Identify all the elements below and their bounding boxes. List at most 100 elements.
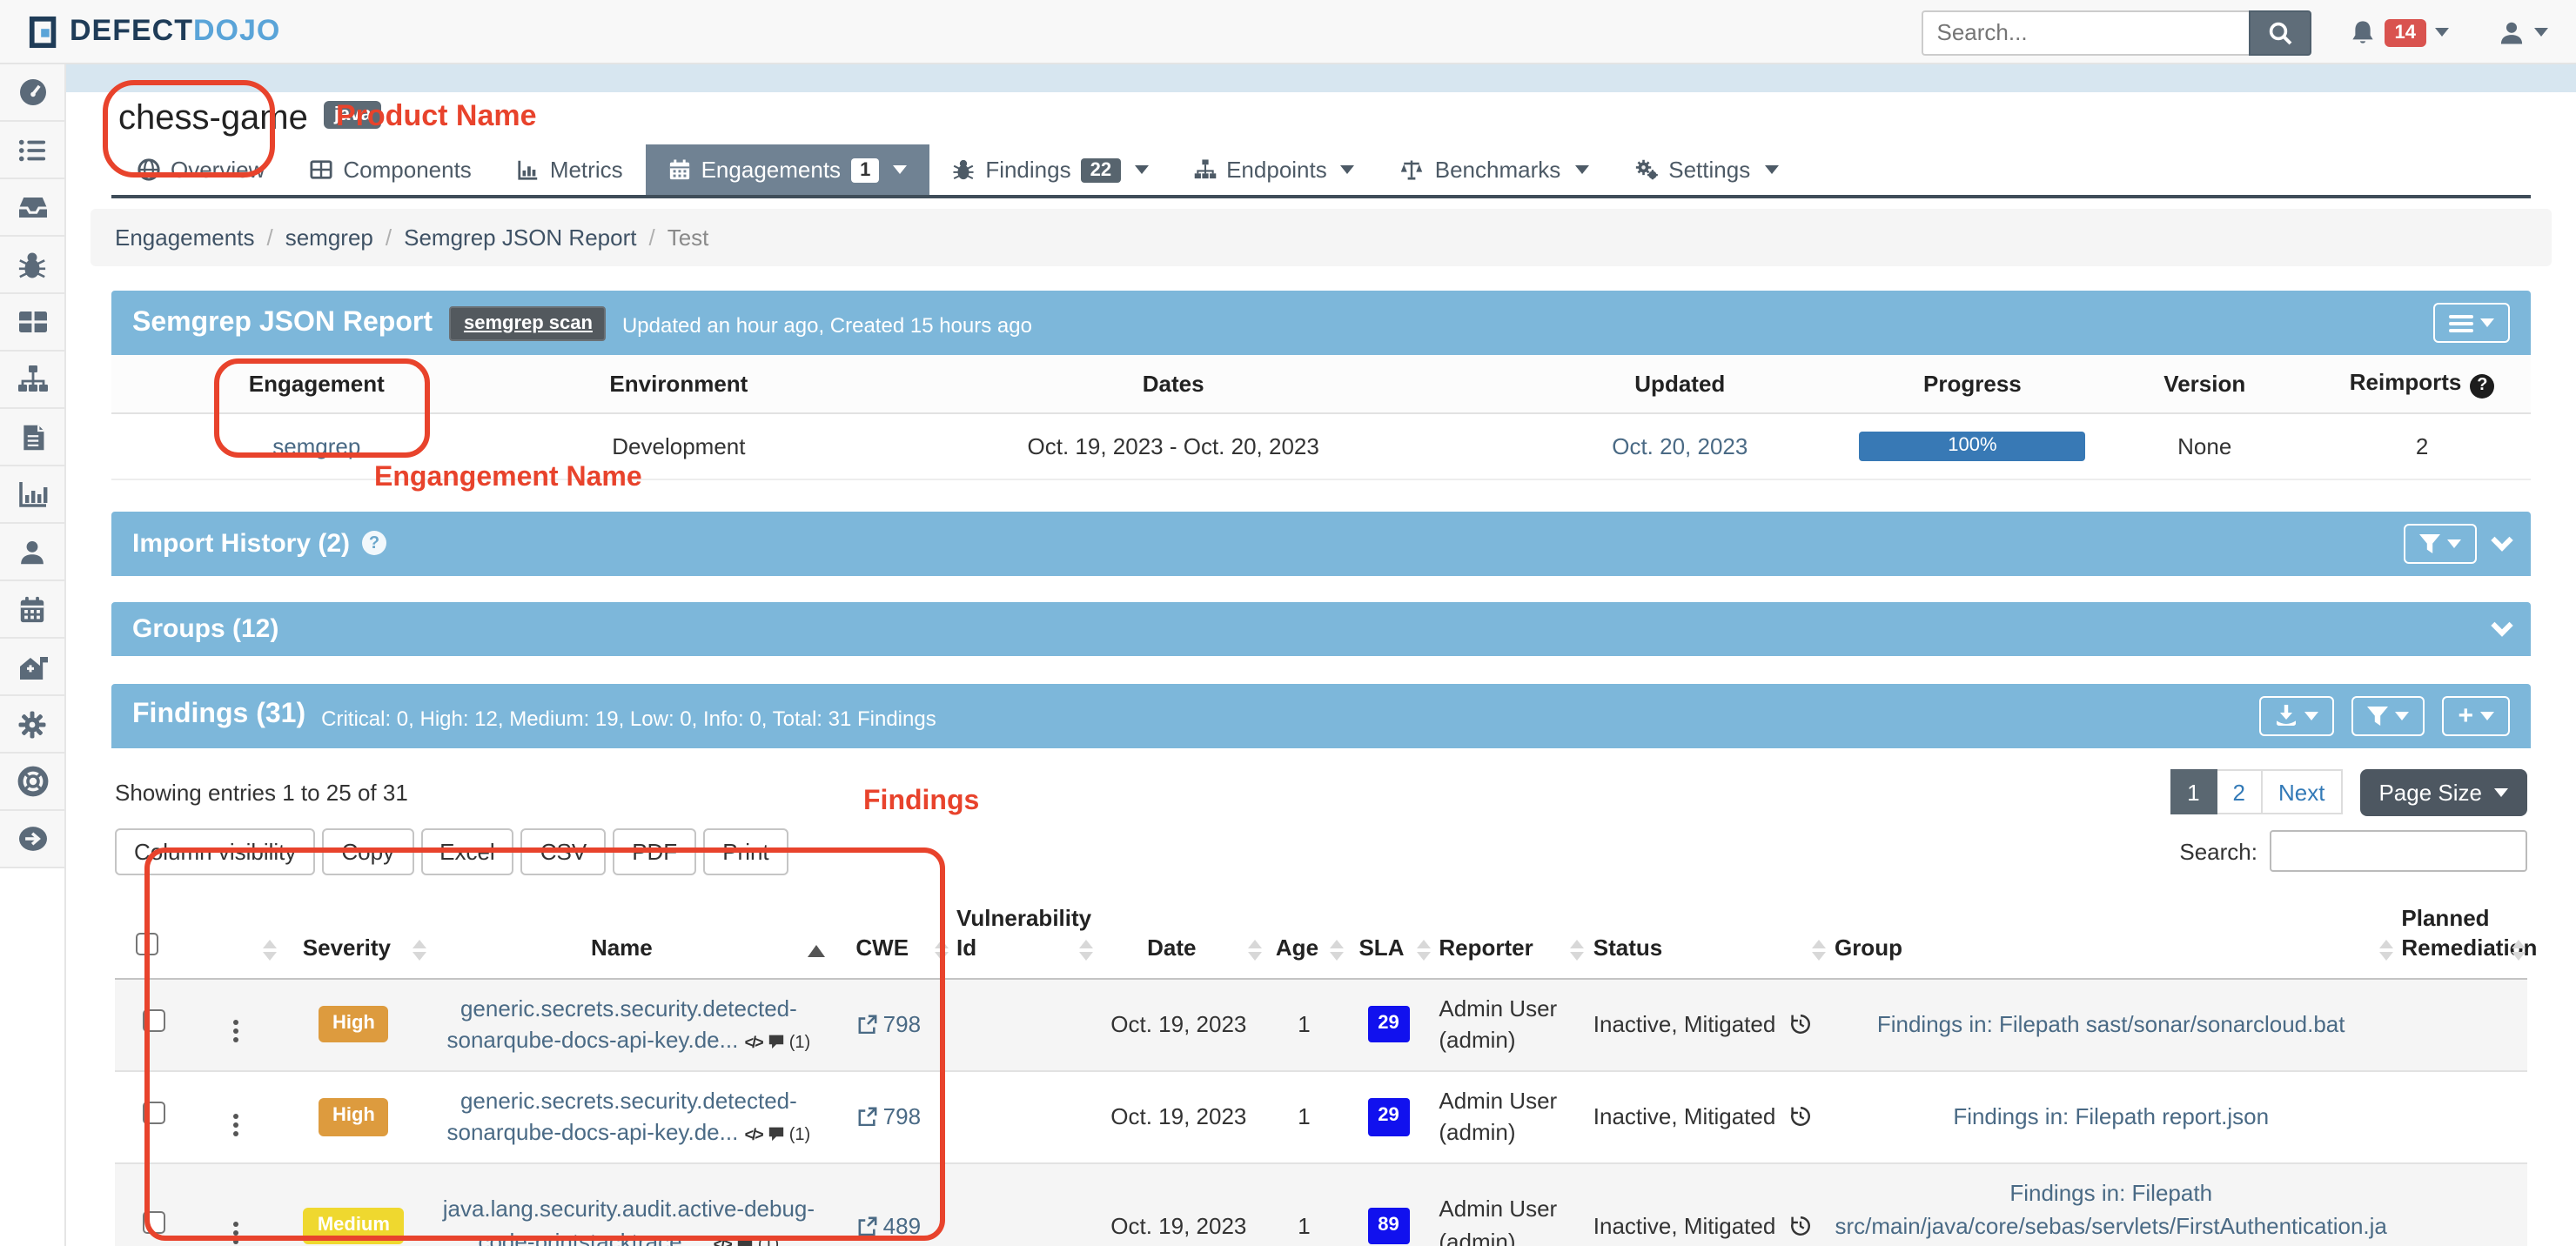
row-checkbox[interactable] xyxy=(142,1102,164,1124)
help-icon[interactable]: ? xyxy=(2470,373,2494,398)
sidebar-item-products[interactable] xyxy=(0,179,66,237)
updated-link[interactable]: Oct. 20, 2023 xyxy=(1612,432,1748,459)
collapse-chevron-icon[interactable] xyxy=(2491,528,2512,550)
print-button[interactable]: Print xyxy=(703,827,788,874)
sort-icons[interactable] xyxy=(263,939,277,960)
history-icon[interactable] xyxy=(1789,1012,1812,1035)
calendar-icon xyxy=(668,158,691,181)
kebab-menu-icon[interactable] xyxy=(223,1218,249,1246)
document-icon xyxy=(18,422,46,452)
page-size-button[interactable]: Page Size xyxy=(2359,768,2527,815)
breadcrumb-engagements[interactable]: Engagements xyxy=(115,224,254,251)
sidebar-item-benchmarks[interactable] xyxy=(0,639,66,696)
sidebar-item-dashboard[interactable] xyxy=(0,64,66,122)
kebab-menu-icon[interactable] xyxy=(223,1109,249,1139)
tab-engagements[interactable]: Engagements 1 xyxy=(646,144,930,195)
csv-button[interactable]: CSV xyxy=(521,827,606,874)
group-link[interactable]: Findings in: Filepath src/main/java/core… xyxy=(1835,1181,2387,1246)
sidebar-item-components[interactable] xyxy=(0,294,66,352)
groups-header[interactable]: Groups (12) xyxy=(111,601,2531,655)
cwe-link[interactable]: 798 xyxy=(857,1010,921,1036)
bar-chart-icon xyxy=(517,158,540,181)
tab-findings[interactable]: Findings 22 xyxy=(929,144,1171,195)
row-checkbox[interactable] xyxy=(142,1008,164,1031)
findings-count-badge: 22 xyxy=(1082,157,1121,182)
col-cwe[interactable]: CWE xyxy=(828,892,949,978)
sidebar-item-metrics[interactable] xyxy=(0,466,66,524)
next-page-button[interactable]: Next xyxy=(2263,769,2342,814)
date-cell: Oct. 19, 2023 xyxy=(1094,978,1263,1071)
findings-filter-button[interactable] xyxy=(2351,695,2425,735)
table-search-input[interactable] xyxy=(2270,830,2527,872)
chevron-down-icon xyxy=(2435,28,2449,37)
col-planned-remediation[interactable]: Planned Remediation xyxy=(2394,892,2527,978)
select-all-checkbox[interactable] xyxy=(135,933,158,955)
add-finding-button[interactable]: + xyxy=(2442,695,2510,735)
findings-header: Findings (31) Critical: 0, High: 12, Med… xyxy=(111,683,2531,747)
sidebar-item-endpoints[interactable] xyxy=(0,352,66,409)
page-2-button[interactable]: 2 xyxy=(2217,769,2263,814)
app-logo[interactable]: DEFECTDOJO xyxy=(0,14,280,49)
user-menu[interactable] xyxy=(2498,18,2548,46)
download-button[interactable] xyxy=(2259,695,2334,735)
collapse-chevron-icon[interactable] xyxy=(2491,613,2512,635)
comment-count: (1) xyxy=(758,1235,779,1246)
breadcrumb-semgrep[interactable]: semgrep xyxy=(285,224,373,251)
pdf-button[interactable]: PDF xyxy=(613,827,696,874)
sidebar-item-reports[interactable] xyxy=(0,409,66,466)
help-icon[interactable]: ? xyxy=(362,531,386,555)
notifications-menu[interactable]: 14 xyxy=(2350,18,2450,46)
search-button[interactable] xyxy=(2249,10,2311,55)
tab-benchmarks[interactable]: Benchmarks xyxy=(1378,144,1612,195)
group-link[interactable]: Findings in: Filepath report.json xyxy=(1953,1103,2269,1129)
scan-type-badge[interactable]: semgrep scan xyxy=(450,305,607,340)
row-checkbox[interactable] xyxy=(142,1210,164,1233)
col-severity[interactable]: Severity xyxy=(278,892,428,978)
col-age[interactable]: Age xyxy=(1263,892,1345,978)
col-name[interactable]: Name xyxy=(428,892,828,978)
import-filter-button[interactable] xyxy=(2404,523,2477,563)
breadcrumb-report[interactable]: Semgrep JSON Report xyxy=(404,224,636,251)
cwe-link[interactable]: 798 xyxy=(857,1103,921,1129)
excel-button[interactable]: Excel xyxy=(420,827,514,874)
date-cell: Oct. 19, 2023 xyxy=(1094,1071,1263,1164)
col-group[interactable]: Group xyxy=(1828,892,2394,978)
col-status[interactable]: Status xyxy=(1587,892,1828,978)
col-vulnerability-id[interactable]: Vulnerability Id xyxy=(949,892,1094,978)
search-icon xyxy=(2268,20,2292,44)
engagement-link[interactable]: semgrep xyxy=(272,432,360,459)
arrow-right-circle-icon xyxy=(17,825,48,853)
sidebar-item-findings[interactable] xyxy=(0,237,66,294)
import-history-header[interactable]: Import History (2) ? xyxy=(111,511,2531,575)
history-icon[interactable] xyxy=(1789,1105,1812,1128)
sidebar-item-users[interactable] xyxy=(0,524,66,581)
col-sla[interactable]: SLA xyxy=(1345,892,1432,978)
product-name[interactable]: chess-game xyxy=(118,99,308,137)
group-link[interactable]: Findings in: Filepath sast/sonar/sonarcl… xyxy=(1877,1010,2345,1036)
sidebar-item-settings[interactable] xyxy=(0,696,66,754)
tab-components[interactable]: Components xyxy=(287,144,493,195)
tab-metrics[interactable]: Metrics xyxy=(494,144,646,195)
kebab-menu-icon[interactable] xyxy=(223,1017,249,1047)
column-visibility-button[interactable]: Column visibility xyxy=(115,827,315,874)
col-date[interactable]: Date xyxy=(1094,892,1263,978)
report-menu-button[interactable] xyxy=(2433,303,2510,343)
copy-button[interactable]: Copy xyxy=(322,827,413,874)
cwe-link[interactable]: 489 xyxy=(857,1212,921,1238)
notification-count-badge: 14 xyxy=(2385,18,2427,46)
sidebar-item-list[interactable] xyxy=(0,122,66,179)
sidebar-item-logout[interactable] xyxy=(0,811,66,868)
page-1-button[interactable]: 1 xyxy=(2170,769,2217,814)
groups-panel: Groups (12) xyxy=(111,601,2531,655)
findings-table: Severity Name CWE Vulnerability Id Date … xyxy=(115,892,2527,1246)
tab-overview[interactable]: Overview xyxy=(115,144,287,195)
sidebar-item-calendar[interactable] xyxy=(0,581,66,639)
sidebar-item-support[interactable] xyxy=(0,754,66,811)
col-reporter[interactable]: Reporter xyxy=(1432,892,1586,978)
finding-row: High generic.secrets.security.detected-s… xyxy=(115,978,2527,1071)
tab-endpoints[interactable]: Endpoints xyxy=(1171,144,1378,195)
search-input[interactable] xyxy=(1922,10,2249,55)
history-icon[interactable] xyxy=(1789,1214,1812,1236)
tab-settings[interactable]: Settings xyxy=(1611,144,1801,195)
planned-remediation-cell xyxy=(2394,1071,2527,1164)
